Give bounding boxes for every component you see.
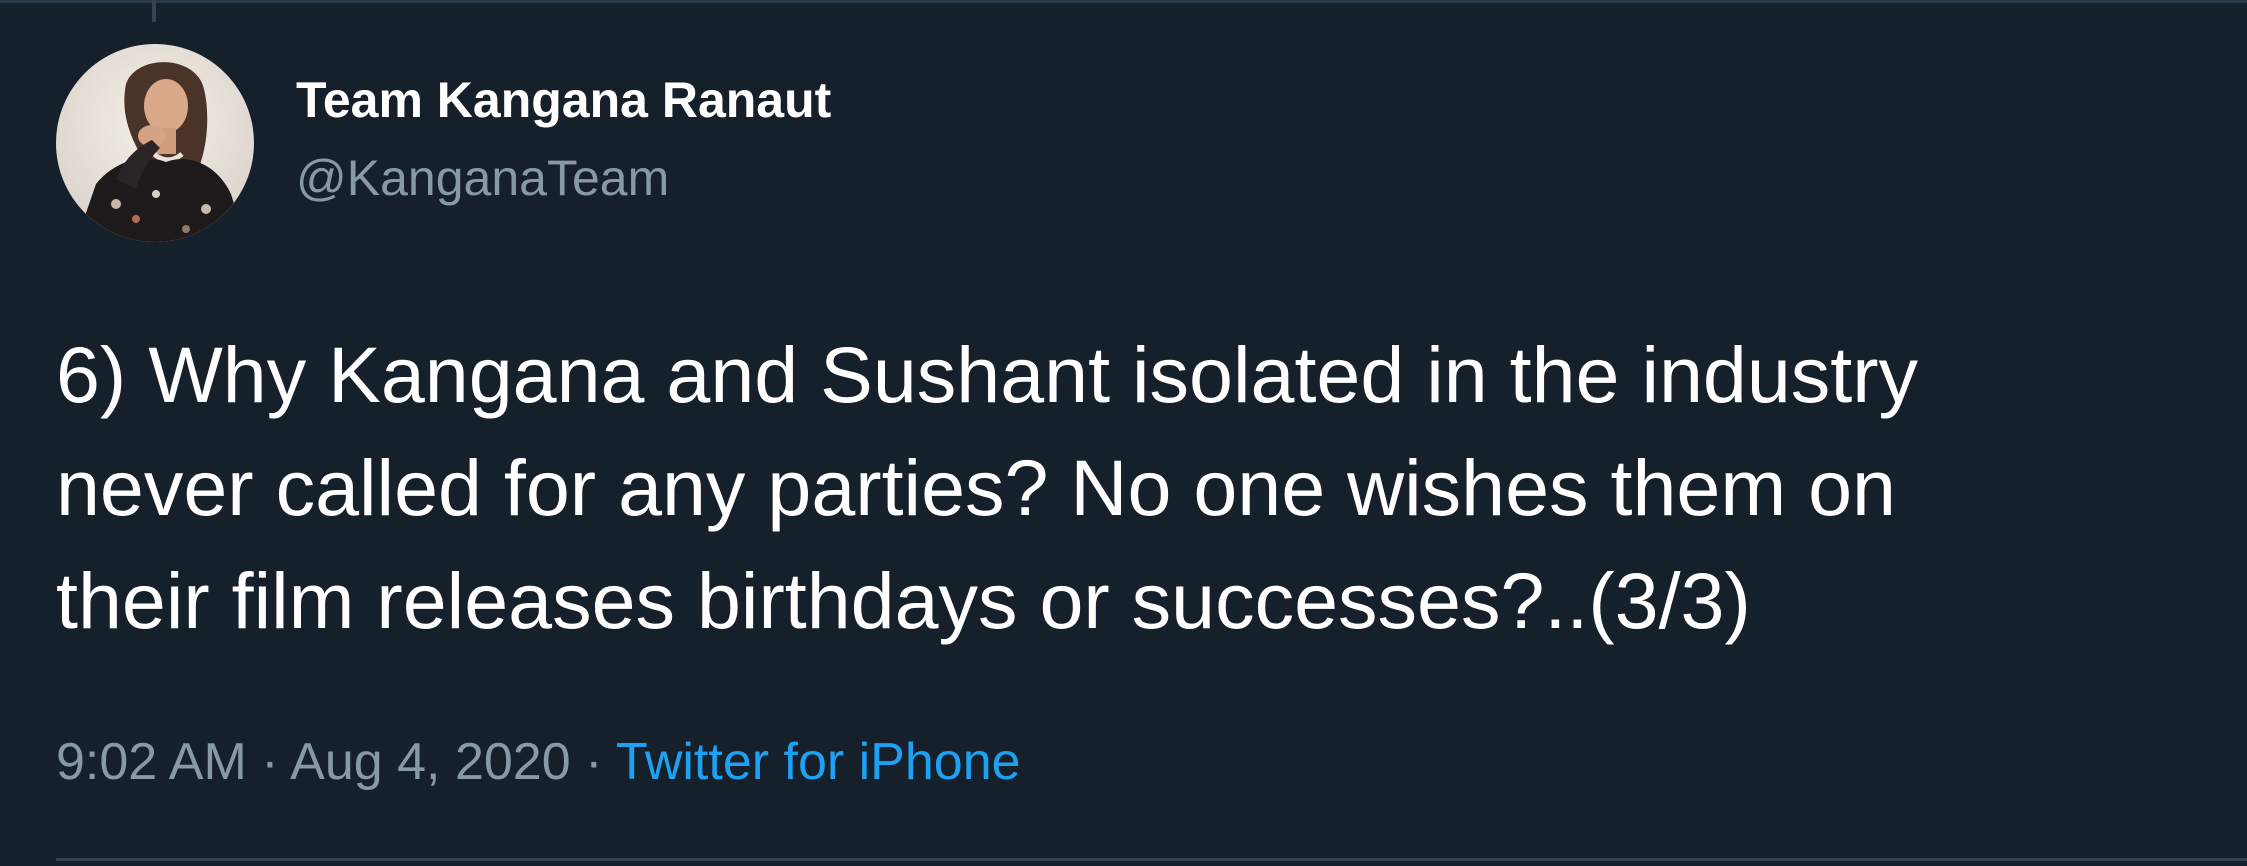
separator: · <box>585 733 603 791</box>
tweet-time[interactable]: 9:02 AM <box>56 733 247 791</box>
avatar[interactable] <box>56 44 254 242</box>
separator: · <box>261 733 279 791</box>
tweet-line: 6) Why Kangana and Sushant isolated in t… <box>56 330 1919 419</box>
top-divider <box>0 0 2247 3</box>
author-handle[interactable]: @KanganaTeam <box>296 148 669 208</box>
tweet-metadata: 9:02 AM · Aug 4, 2020 · Twitter for iPho… <box>56 730 1021 794</box>
tweet-text: 6) Why Kangana and Sushant isolated in t… <box>56 318 2236 657</box>
bottom-divider <box>56 858 2247 861</box>
tweet-source-link[interactable]: Twitter for iPhone <box>616 733 1021 791</box>
profile-photo-icon <box>56 44 254 242</box>
tweet-line: their film releases birthdays or success… <box>56 556 1751 645</box>
thread-connector-line <box>152 0 156 22</box>
tweet-line: never called for any parties? No one wis… <box>56 443 1896 532</box>
author-display-name[interactable]: Team Kangana Ranaut <box>296 70 831 130</box>
tweet-date[interactable]: Aug 4, 2020 <box>290 733 570 791</box>
